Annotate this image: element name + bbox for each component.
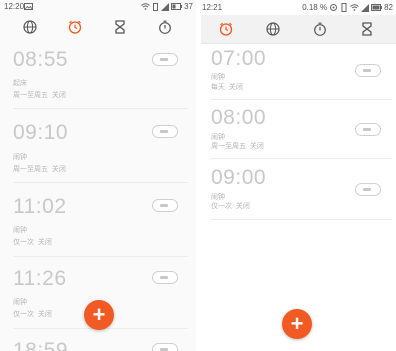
alarm-repeat: 仅一次 关闭 bbox=[13, 239, 52, 246]
globe-icon bbox=[266, 22, 280, 36]
network-speed: 0.18 % bbox=[302, 3, 328, 12]
alarm-label: 闹钟 bbox=[13, 299, 27, 306]
alarm-clock-icon bbox=[219, 22, 233, 36]
alarm-item[interactable]: 11:02 闹钟 仅一次 关闭 bbox=[13, 191, 188, 257]
alarm-toggle[interactable] bbox=[152, 53, 178, 66]
left-screen: 12:20 37 08:55 起床 周一至周五 关闭 09:10 闹钟 周一至周… bbox=[0, 0, 196, 351]
status-bar: 12:20 37 bbox=[0, 0, 196, 13]
stopwatch-icon bbox=[159, 20, 171, 34]
tab-bar bbox=[0, 13, 196, 41]
alarm-toggle[interactable] bbox=[152, 125, 178, 138]
alarm-repeat: 每天 关闭 bbox=[211, 84, 243, 91]
alarm-repeat: 周一至周五 关闭 bbox=[211, 143, 264, 150]
tab-world-clock[interactable] bbox=[264, 20, 282, 38]
right-screen: 12:21 0.18 % 82 07:00 闹钟 每天 关闭 08:00 闹钟 … bbox=[201, 0, 396, 351]
status-time: 12:20 bbox=[4, 2, 25, 11]
alarm-item[interactable]: 09:10 闹钟 周一至周五 关闭 bbox=[13, 117, 188, 183]
alarm-item[interactable]: 07:00 闹钟 每天 关闭 bbox=[211, 44, 391, 100]
globe-icon bbox=[23, 20, 37, 34]
alarm-toggle[interactable] bbox=[355, 183, 381, 196]
status-bar: 12:21 0.18 % 82 bbox=[201, 0, 396, 15]
alarm-time: 11:02 bbox=[13, 195, 67, 218]
tab-alarm[interactable] bbox=[66, 18, 84, 36]
add-alarm-button[interactable]: + bbox=[84, 300, 114, 330]
battery-icon bbox=[171, 3, 183, 10]
tab-stopwatch[interactable] bbox=[156, 18, 174, 36]
alarm-repeat: 周一至周五 关闭 bbox=[13, 166, 66, 173]
vibrate-icon bbox=[341, 3, 347, 12]
alarm-time: 08:00 bbox=[211, 106, 267, 129]
alarm-toggle[interactable] bbox=[152, 343, 178, 351]
alarm-time: 11:26 bbox=[13, 267, 67, 290]
alarm-toggle[interactable] bbox=[355, 64, 381, 77]
alarm-time: 07:00 bbox=[211, 47, 267, 70]
hourglass-icon bbox=[115, 20, 125, 34]
stopwatch-icon bbox=[314, 22, 326, 36]
tab-bar bbox=[201, 15, 396, 44]
battery-level: 37 bbox=[184, 2, 193, 11]
alarm-time: 18:59 bbox=[13, 339, 69, 351]
wifi-icon bbox=[141, 3, 150, 10]
alarm-clock-icon bbox=[68, 20, 82, 34]
sync-icon bbox=[330, 4, 338, 11]
image-notification-icon bbox=[24, 3, 33, 12]
alarm-item[interactable]: 08:55 起床 周一至周五 关闭 bbox=[13, 44, 188, 109]
battery-level: 82 bbox=[384, 3, 393, 12]
signal-icon bbox=[361, 3, 370, 12]
add-alarm-button[interactable]: + bbox=[282, 309, 312, 339]
tab-timer[interactable] bbox=[111, 18, 129, 36]
wifi-icon bbox=[350, 4, 359, 11]
signal-icon bbox=[161, 2, 170, 11]
tab-alarm[interactable] bbox=[217, 20, 235, 38]
alarm-time: 09:00 bbox=[211, 166, 267, 189]
alarm-item[interactable]: 09:00 闹钟 仅一次 关闭 bbox=[211, 159, 391, 220]
alarm-toggle[interactable] bbox=[152, 271, 178, 284]
status-time: 12:21 bbox=[202, 3, 223, 12]
alarm-time: 09:10 bbox=[13, 121, 69, 144]
alarm-label: 起床 bbox=[13, 80, 27, 87]
alarm-time: 08:55 bbox=[13, 48, 69, 71]
alarm-toggle[interactable] bbox=[355, 123, 381, 136]
vibrate-icon bbox=[153, 2, 159, 11]
alarm-label: 闹钟 bbox=[13, 154, 27, 161]
tab-stopwatch[interactable] bbox=[311, 20, 329, 38]
alarm-repeat: 仅一次 关闭 bbox=[211, 203, 250, 210]
tab-world-clock[interactable] bbox=[21, 18, 39, 36]
alarm-label: 闹钟 bbox=[13, 227, 27, 234]
battery-icon bbox=[371, 4, 383, 11]
alarm-toggle[interactable] bbox=[152, 199, 178, 212]
alarm-repeat: 周一至周五 关闭 bbox=[13, 92, 66, 99]
hourglass-icon bbox=[362, 22, 372, 36]
alarm-item[interactable]: 18:59 bbox=[13, 335, 188, 351]
alarm-item[interactable]: 08:00 闹钟 周一至周五 关闭 bbox=[211, 100, 391, 159]
tab-timer[interactable] bbox=[358, 20, 376, 38]
alarm-repeat: 仅一次 关闭 bbox=[13, 311, 52, 318]
alarm-label: 闹钟 bbox=[211, 74, 225, 81]
